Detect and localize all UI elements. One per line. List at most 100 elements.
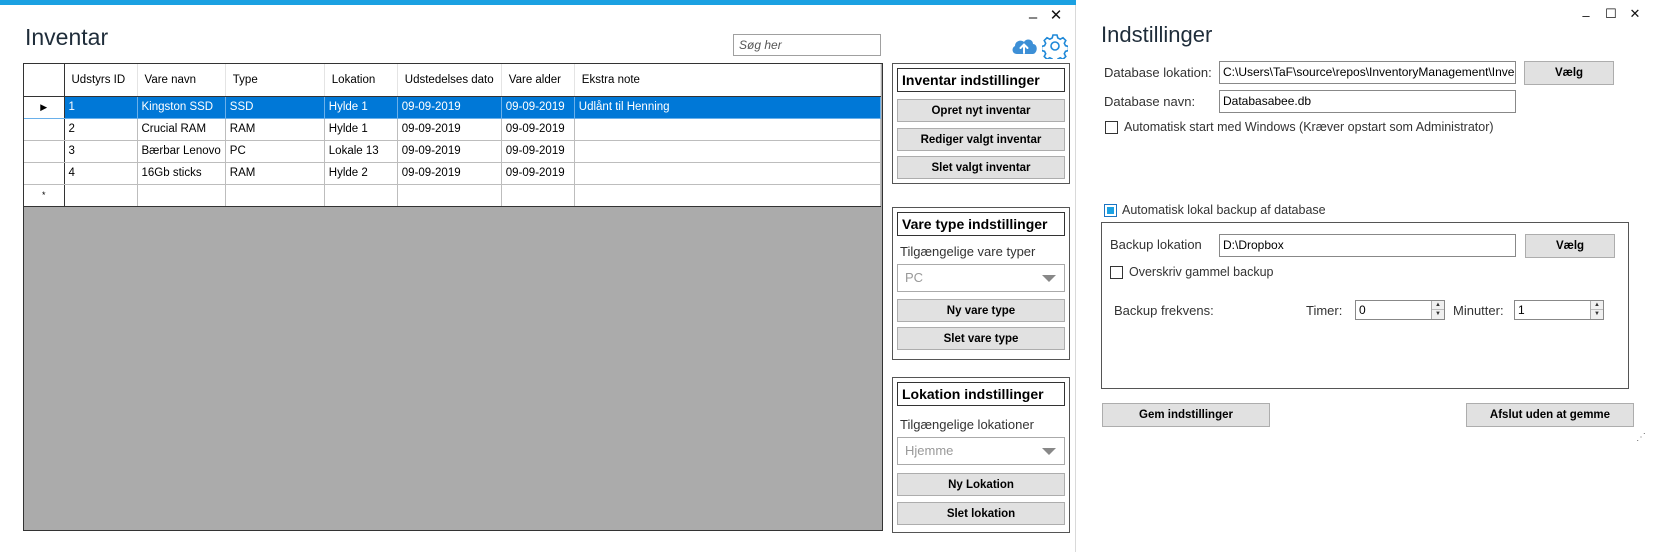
table-cell[interactable]: 09-09-2019 [397, 140, 502, 163]
item-type-dropdown[interactable]: PC [897, 264, 1065, 292]
table-cell[interactable] [574, 140, 881, 163]
table-cell[interactable] [225, 184, 325, 207]
new-item-type-button[interactable]: Ny vare type [897, 299, 1065, 322]
db-location-label: Database lokation: [1104, 65, 1212, 80]
table-row[interactable]: 3 Bærbar Lenovo PC Lokale 13 09-09-2019 … [24, 140, 881, 163]
location-dropdown[interactable]: Hjemme [897, 437, 1065, 465]
item-type-settings-panel: Vare type indstillinger Tilgængelige var… [892, 207, 1070, 360]
autobackup-checkbox[interactable] [1104, 204, 1117, 217]
table-row[interactable]: 4 16Gb sticks RAM Hylde 2 09-09-2019 09-… [24, 162, 881, 185]
table-row[interactable]: ▶ 1 Kingston SSD SSD Hylde 1 09-09-2019 … [24, 96, 881, 119]
spin-down-icon[interactable]: ▼ [1591, 310, 1603, 319]
window-accent-bar [0, 0, 1076, 5]
minimize-button[interactable]: – [1579, 8, 1593, 24]
table-cell[interactable]: 1 [64, 96, 138, 119]
row-selector[interactable] [24, 118, 65, 141]
row-selector[interactable] [24, 140, 65, 163]
resize-grip-icon[interactable]: ⋰ [1636, 432, 1646, 443]
table-cell[interactable]: Hylde 2 [324, 162, 398, 185]
table-cell[interactable]: 09-09-2019 [501, 96, 575, 119]
table-cell[interactable] [137, 184, 226, 207]
table-cell[interactable]: Hylde 1 [324, 96, 398, 119]
backup-settings-group: Backup lokation D:\Dropbox Vælg Overskri… [1101, 222, 1629, 389]
table-cell[interactable] [64, 184, 138, 207]
table-cell[interactable] [324, 184, 398, 207]
close-button[interactable]: ✕ [1049, 8, 1063, 24]
settings-window: – ☐ ✕ Indstillinger Database lokation: C… [1077, 0, 1654, 552]
maximize-button[interactable]: ☐ [1604, 6, 1618, 22]
column-header-type[interactable]: Type [225, 64, 325, 97]
column-header-ekstra-note[interactable]: Ekstra note [574, 64, 881, 97]
row-selector[interactable]: ▶ [24, 96, 65, 119]
table-cell[interactable] [574, 162, 881, 185]
exit-without-save-button[interactable]: Afslut uden at gemme [1466, 403, 1634, 427]
table-cell[interactable]: 09-09-2019 [501, 140, 575, 163]
save-settings-button[interactable]: Gem indstillinger [1102, 403, 1270, 427]
table-cell[interactable]: 09-09-2019 [397, 162, 502, 185]
hours-value: 0 [1359, 303, 1366, 317]
autobackup-label: Automatisk lokal backup af database [1122, 203, 1326, 217]
new-row[interactable]: * [24, 184, 881, 207]
table-cell[interactable]: 09-09-2019 [501, 162, 575, 185]
hours-stepper[interactable]: 0 ▲ ▼ [1355, 300, 1445, 320]
table-cell[interactable]: Lokale 13 [324, 140, 398, 163]
column-header-vare-navn[interactable]: Vare navn [137, 64, 226, 97]
table-cell[interactable]: SSD [225, 96, 325, 119]
gear-icon[interactable] [1042, 33, 1068, 59]
table-cell[interactable] [574, 118, 881, 141]
delete-inventory-button[interactable]: Slet valgt inventar [897, 156, 1065, 179]
panel-title: Vare type indstillinger [897, 212, 1065, 236]
column-header-udstedelses-dato[interactable]: Udstedelses dato [397, 64, 502, 97]
column-header-udstyrs-id[interactable]: Udstyrs ID [64, 64, 138, 97]
table-cell[interactable]: Hylde 1 [324, 118, 398, 141]
inventory-grid[interactable]: Udstyrs ID Vare navn Type Lokation Udste… [23, 63, 883, 531]
create-inventory-button[interactable]: Opret nyt inventar [897, 99, 1065, 122]
minutes-stepper[interactable]: 1 ▲ ▼ [1514, 300, 1604, 320]
table-row[interactable]: 2 Crucial RAM RAM Hylde 1 09-09-2019 09-… [24, 118, 881, 141]
column-header-vare-alder[interactable]: Vare alder [501, 64, 575, 97]
table-cell[interactable]: 3 [64, 140, 138, 163]
chevron-down-icon [1042, 448, 1056, 455]
table-cell[interactable]: 09-09-2019 [501, 118, 575, 141]
spin-up-icon[interactable]: ▲ [1432, 301, 1444, 310]
close-button[interactable]: ✕ [1628, 6, 1642, 22]
overwrite-backup-checkbox[interactable] [1110, 266, 1123, 279]
minutes-spin-buttons[interactable]: ▲ ▼ [1590, 301, 1603, 319]
cloud-upload-icon[interactable] [1010, 34, 1038, 58]
row-selector[interactable] [24, 162, 65, 185]
minimize-button[interactable]: – [1026, 10, 1040, 26]
db-location-input[interactable]: C:\Users\TaF\source\repos\InventoryManag… [1219, 61, 1516, 84]
autostart-checkbox[interactable] [1105, 121, 1118, 134]
minutes-value: 1 [1518, 303, 1525, 317]
spin-up-icon[interactable]: ▲ [1591, 301, 1603, 310]
hours-spin-buttons[interactable]: ▲ ▼ [1431, 301, 1444, 319]
edit-inventory-button[interactable]: Rediger valgt inventar [897, 128, 1065, 151]
table-cell[interactable]: RAM [225, 162, 325, 185]
table-cell[interactable]: 16Gb sticks [137, 162, 226, 185]
delete-location-button[interactable]: Slet lokation [897, 502, 1065, 525]
spin-down-icon[interactable]: ▼ [1432, 310, 1444, 319]
new-location-button[interactable]: Ny Lokation [897, 473, 1065, 496]
column-header-lokation[interactable]: Lokation [324, 64, 398, 97]
table-cell[interactable]: 2 [64, 118, 138, 141]
table-cell[interactable]: 4 [64, 162, 138, 185]
table-cell[interactable]: 09-09-2019 [397, 96, 502, 119]
table-cell[interactable]: Bærbar Lenovo [137, 140, 226, 163]
table-cell[interactable] [574, 184, 881, 207]
table-cell[interactable]: PC [225, 140, 325, 163]
new-row-selector[interactable]: * [24, 184, 65, 207]
table-cell[interactable]: Kingston SSD [137, 96, 226, 119]
backup-choose-button[interactable]: Vælg [1525, 234, 1615, 258]
table-cell[interactable]: 09-09-2019 [397, 118, 502, 141]
db-choose-button[interactable]: Vælg [1524, 61, 1614, 85]
table-cell[interactable] [397, 184, 502, 207]
search-input[interactable] [733, 34, 881, 56]
backup-location-input[interactable]: D:\Dropbox [1219, 234, 1516, 257]
table-cell[interactable]: RAM [225, 118, 325, 141]
delete-item-type-button[interactable]: Slet vare type [897, 327, 1065, 350]
table-cell[interactable]: Udlånt til Henning [574, 96, 881, 119]
db-name-input[interactable]: Databasabee.db [1219, 90, 1516, 113]
table-cell[interactable]: Crucial RAM [137, 118, 226, 141]
backup-frequency-label: Backup frekvens: [1114, 303, 1214, 318]
table-cell[interactable] [501, 184, 575, 207]
